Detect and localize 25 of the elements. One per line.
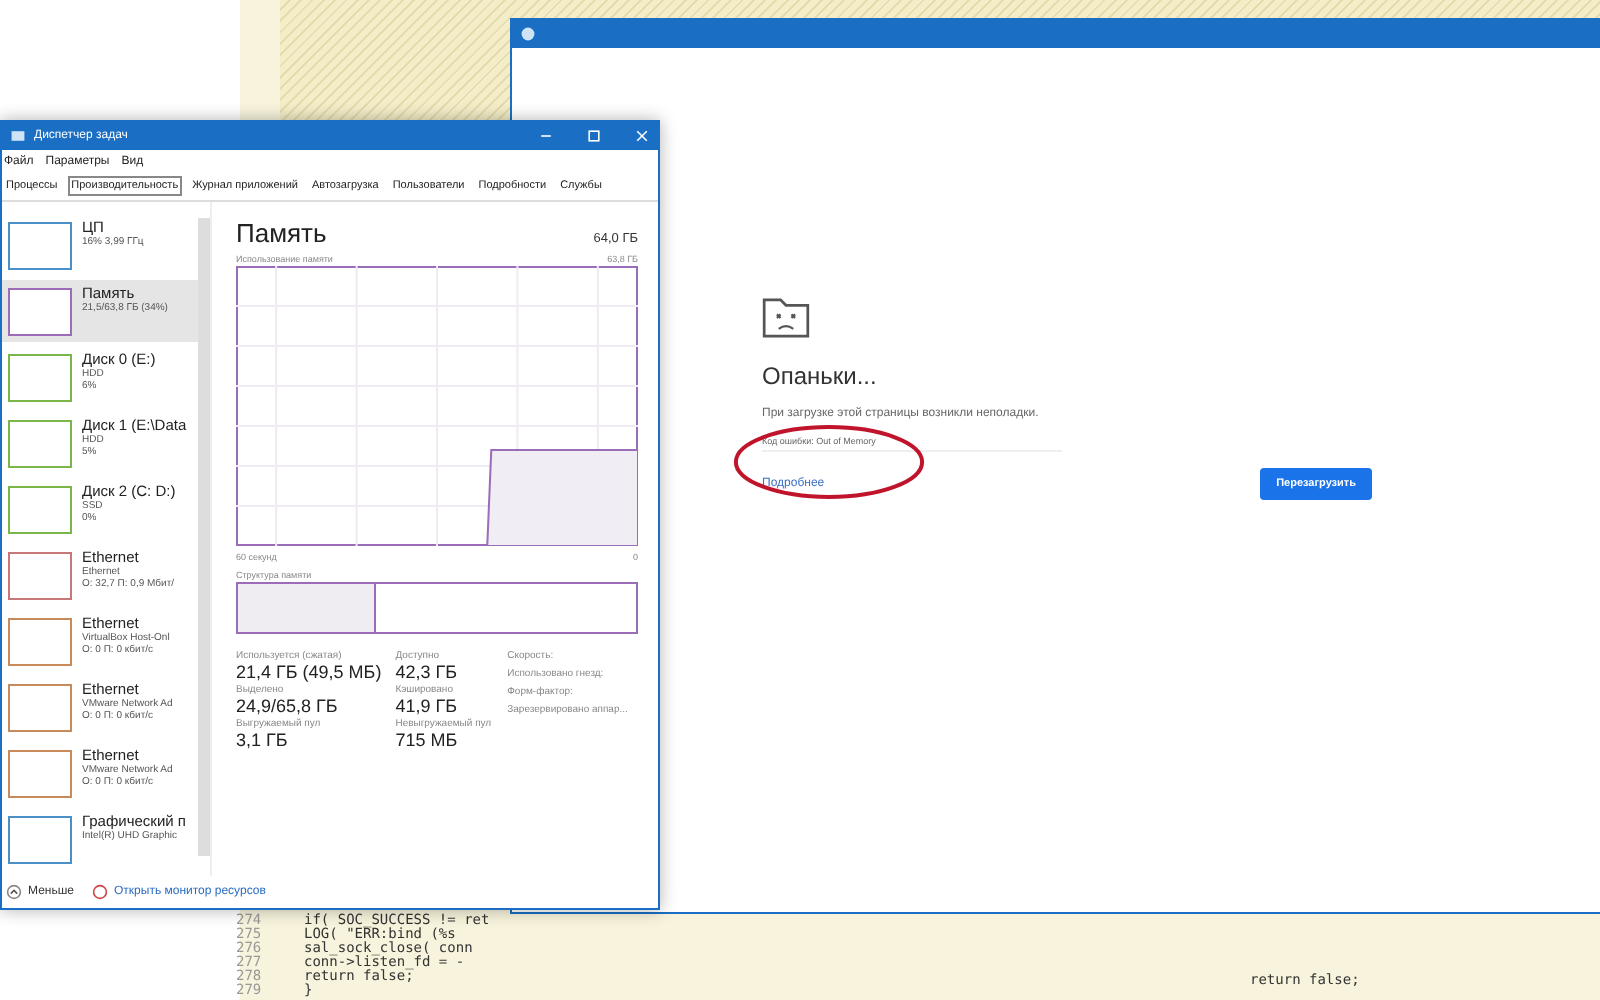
stat-value: 41,9 ГБ	[395, 696, 460, 716]
mini-graph	[8, 816, 72, 864]
stat-value: 21,4 ГБ (49,5 МБ)	[236, 662, 382, 682]
maximize-icon[interactable]	[586, 128, 602, 144]
error-heading: Опаньки...	[762, 362, 879, 390]
mini-graph	[8, 288, 72, 336]
mini-graph	[8, 486, 72, 534]
mini-graph	[8, 354, 72, 402]
mini-graph	[8, 684, 72, 732]
app-icon	[520, 26, 536, 42]
stat-value: 24,9/65,8 ГБ	[236, 696, 340, 716]
mini-graph	[8, 420, 72, 468]
mini-graph	[8, 552, 72, 600]
chevron-up-icon[interactable]	[6, 884, 22, 900]
mini-graph	[8, 222, 72, 270]
stat-value: 42,3 ГБ	[395, 662, 460, 682]
mini-graph	[8, 750, 72, 798]
app-icon	[10, 128, 26, 144]
close-icon[interactable]	[634, 128, 650, 144]
mini-graph	[8, 618, 72, 666]
scrollbar[interactable]	[198, 218, 210, 856]
sad-page-icon	[762, 298, 810, 338]
panel-title: Память	[236, 218, 327, 248]
stat-value: 715 МБ	[395, 730, 460, 750]
stat-value: 3,1 ГБ	[236, 730, 290, 750]
